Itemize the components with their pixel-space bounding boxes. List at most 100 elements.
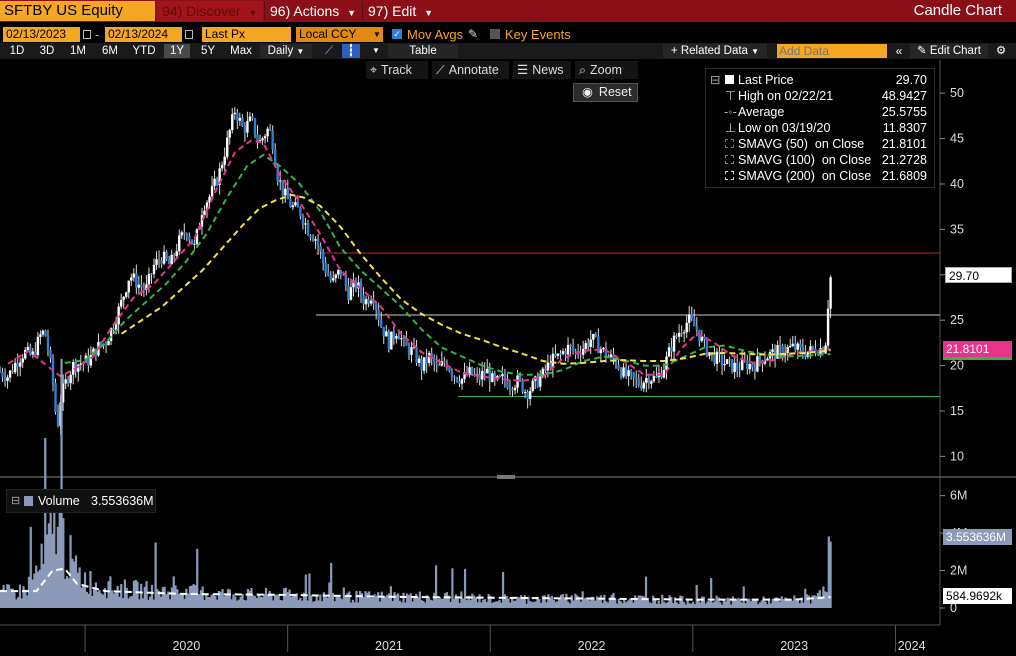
candle-body (587, 343, 590, 347)
collapse-icon[interactable]: ⊟ (710, 72, 720, 88)
candle-body (528, 391, 532, 399)
candle-body (602, 347, 605, 350)
candle-body (632, 372, 635, 378)
swatch-icon (725, 139, 734, 148)
candle-body (152, 264, 156, 275)
candle-body (367, 299, 370, 304)
candle-body (251, 116, 254, 119)
legend-high: ⊤ High on 02/22/21 48.9427 (725, 89, 927, 103)
candle-body (566, 344, 570, 355)
candle-body (417, 358, 421, 363)
candle-body (112, 328, 115, 330)
candle-body (672, 335, 676, 352)
candle-body (266, 128, 269, 137)
year-label: 2024 (898, 639, 926, 653)
candle-body (210, 185, 214, 197)
candle-body (826, 308, 830, 346)
volume-label: Volume (38, 494, 80, 508)
candle-body (377, 309, 380, 320)
candle-body (617, 365, 620, 370)
candle-body (753, 367, 757, 372)
last-price-tag: 29.70 (945, 267, 1012, 283)
candle-body (581, 348, 585, 355)
candle-body (584, 343, 587, 349)
low-marker-icon: ⊥ (725, 121, 736, 135)
collapse-icon[interactable]: ⊟ (11, 494, 20, 507)
candle-body (213, 178, 216, 186)
candle-body (243, 126, 247, 133)
candle-body (791, 343, 794, 346)
candle-body (122, 296, 125, 300)
candle-body (3, 377, 7, 381)
candle-body (385, 331, 388, 337)
candle-body (6, 377, 9, 381)
candle-body (766, 358, 769, 361)
candle-body (427, 353, 431, 363)
candle-body (132, 273, 136, 278)
candle-body (327, 272, 330, 276)
year-label: 2021 (375, 639, 403, 653)
candle-body (733, 362, 736, 372)
year-label: 2020 (172, 639, 200, 653)
candle-body (438, 365, 441, 367)
candle-body (26, 346, 29, 350)
price-tick-label: 10 (950, 449, 964, 463)
candle-body (640, 385, 643, 389)
candle-body (66, 379, 70, 384)
candle-body (693, 319, 696, 327)
candle-body (571, 346, 575, 351)
candle-body (311, 237, 315, 241)
candle-body (160, 260, 163, 264)
volume-tick-label: 2M (950, 564, 967, 578)
candle-body (786, 346, 789, 353)
candle-body (778, 345, 782, 347)
candle-body (34, 351, 37, 356)
candle-body (569, 344, 572, 347)
candle-body (165, 251, 168, 260)
candle-body (253, 118, 257, 135)
candle-body (220, 164, 224, 169)
candle-body (316, 239, 320, 246)
candle-body (486, 368, 489, 374)
candle-body (147, 273, 151, 285)
candle-body (246, 120, 249, 133)
candle-body (561, 351, 565, 354)
candle-body (415, 346, 418, 363)
candle-body (64, 379, 67, 384)
price-tick-label: 25 (950, 313, 964, 327)
legend-last-price: ⊟ Last Price 29.70 (710, 72, 927, 88)
candle-body (178, 235, 181, 252)
price-tick-label: 45 (950, 132, 964, 146)
candle-body (332, 278, 335, 281)
candle-body (223, 156, 226, 165)
candle-body (261, 138, 264, 141)
candle-body (703, 336, 706, 340)
legend-sma200: SMAVG (200) on Close 21.6809 (706, 168, 934, 184)
year-label: 2023 (780, 639, 808, 653)
candle-body (21, 358, 24, 363)
candle-body (677, 332, 681, 337)
candle-body (79, 363, 82, 365)
candle-body (364, 299, 368, 305)
candle-body (448, 368, 451, 371)
candle-body (54, 382, 57, 412)
candle-body (390, 331, 393, 350)
legend-low: ⊥ Low on 03/19/20 11.8307 (725, 121, 927, 135)
candle-body (544, 368, 547, 371)
candle-body (670, 347, 673, 352)
panel-resize-handle[interactable] (497, 475, 515, 479)
candle-body (629, 370, 633, 373)
candle-body (183, 232, 186, 235)
swatch-icon (24, 496, 33, 506)
candle-body (226, 137, 229, 157)
candle-body (236, 112, 239, 121)
candle-body (811, 346, 815, 349)
candle-body (301, 216, 305, 225)
sma-line (121, 193, 831, 365)
candle-body (488, 368, 491, 382)
price-tick-label: 40 (950, 177, 964, 191)
candle-body (256, 134, 259, 141)
candle-body (289, 199, 292, 208)
candle-body (662, 369, 666, 378)
candle-body (215, 178, 219, 186)
